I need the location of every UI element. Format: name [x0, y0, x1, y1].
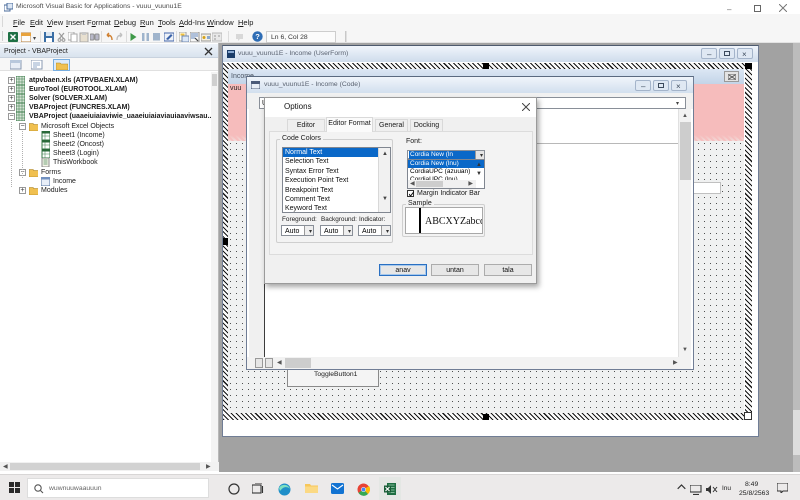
svg-text:?: ? — [255, 32, 260, 41]
